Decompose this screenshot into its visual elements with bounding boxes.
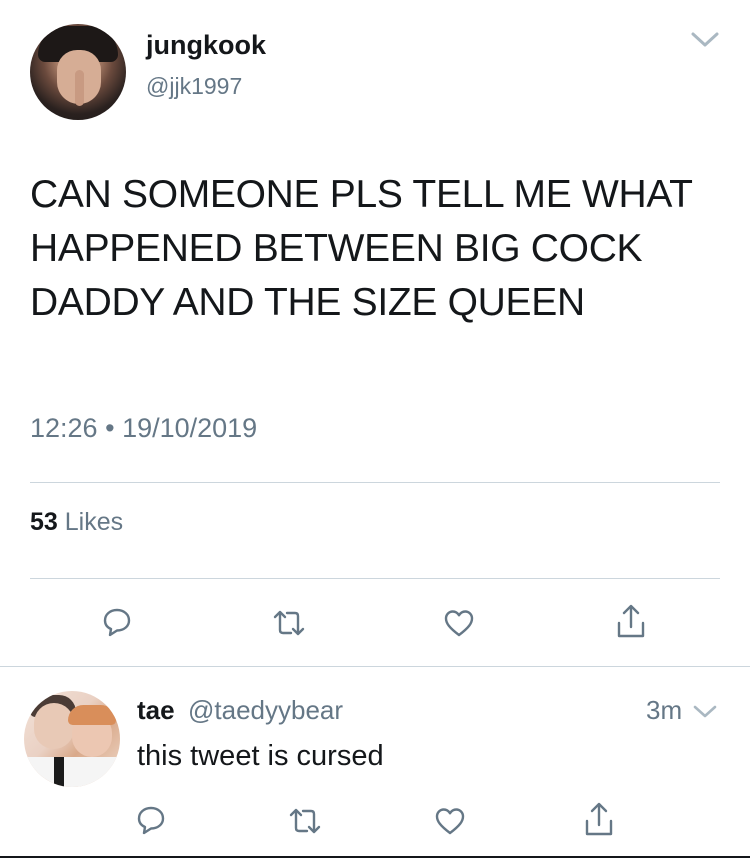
avatar-hair [68, 705, 116, 725]
avatar-tie [54, 757, 64, 787]
reply-text: this tweet is cursed [137, 740, 384, 772]
retweet-icon[interactable] [272, 606, 306, 640]
timestamp-separator: • [105, 413, 115, 443]
retweet-icon[interactable] [288, 804, 322, 838]
reply-tweet: tae @taedyybear 3m this tweet is cursed [0, 667, 750, 860]
share-icon[interactable] [614, 602, 648, 640]
likes-label: Likes [64, 508, 124, 536]
divider [30, 578, 720, 579]
avatar-shirt [24, 757, 120, 787]
reply-display-name[interactable]: tae [137, 695, 175, 726]
reply-user-handle[interactable]: @taedyybear [188, 695, 343, 726]
chevron-down-icon[interactable] [690, 30, 720, 50]
avatar-face [34, 703, 74, 749]
reply-icon[interactable] [100, 605, 134, 639]
user-handle[interactable]: @jjk1997 [146, 73, 242, 100]
avatar-finger [75, 70, 84, 106]
reply-icon[interactable] [134, 803, 168, 837]
share-icon[interactable] [582, 800, 616, 838]
tweet-text: CAN SOMEONE PLS TELL ME WHAT HAPPENED BE… [30, 173, 692, 324]
tweet-date: 19/10/2019 [122, 413, 258, 443]
like-icon[interactable] [442, 606, 476, 640]
like-icon[interactable] [433, 804, 467, 838]
tweet-time: 12:26 [30, 413, 98, 443]
divider [30, 482, 720, 483]
reply-age[interactable]: 3m [646, 695, 682, 726]
tweet-timestamp[interactable]: 12:26 • 19/10/2019 [30, 413, 257, 444]
likes-number: 53 [30, 508, 58, 536]
avatar[interactable] [24, 691, 120, 787]
chevron-down-icon[interactable] [692, 703, 718, 721]
main-tweet: jungkook @jjk1997 CAN SOMEONE PLS TELL M… [0, 0, 750, 666]
display-name[interactable]: jungkook [146, 30, 266, 61]
likes-count[interactable]: 53 Likes [30, 508, 123, 537]
bottom-divider [0, 856, 750, 858]
avatar[interactable] [30, 24, 126, 120]
